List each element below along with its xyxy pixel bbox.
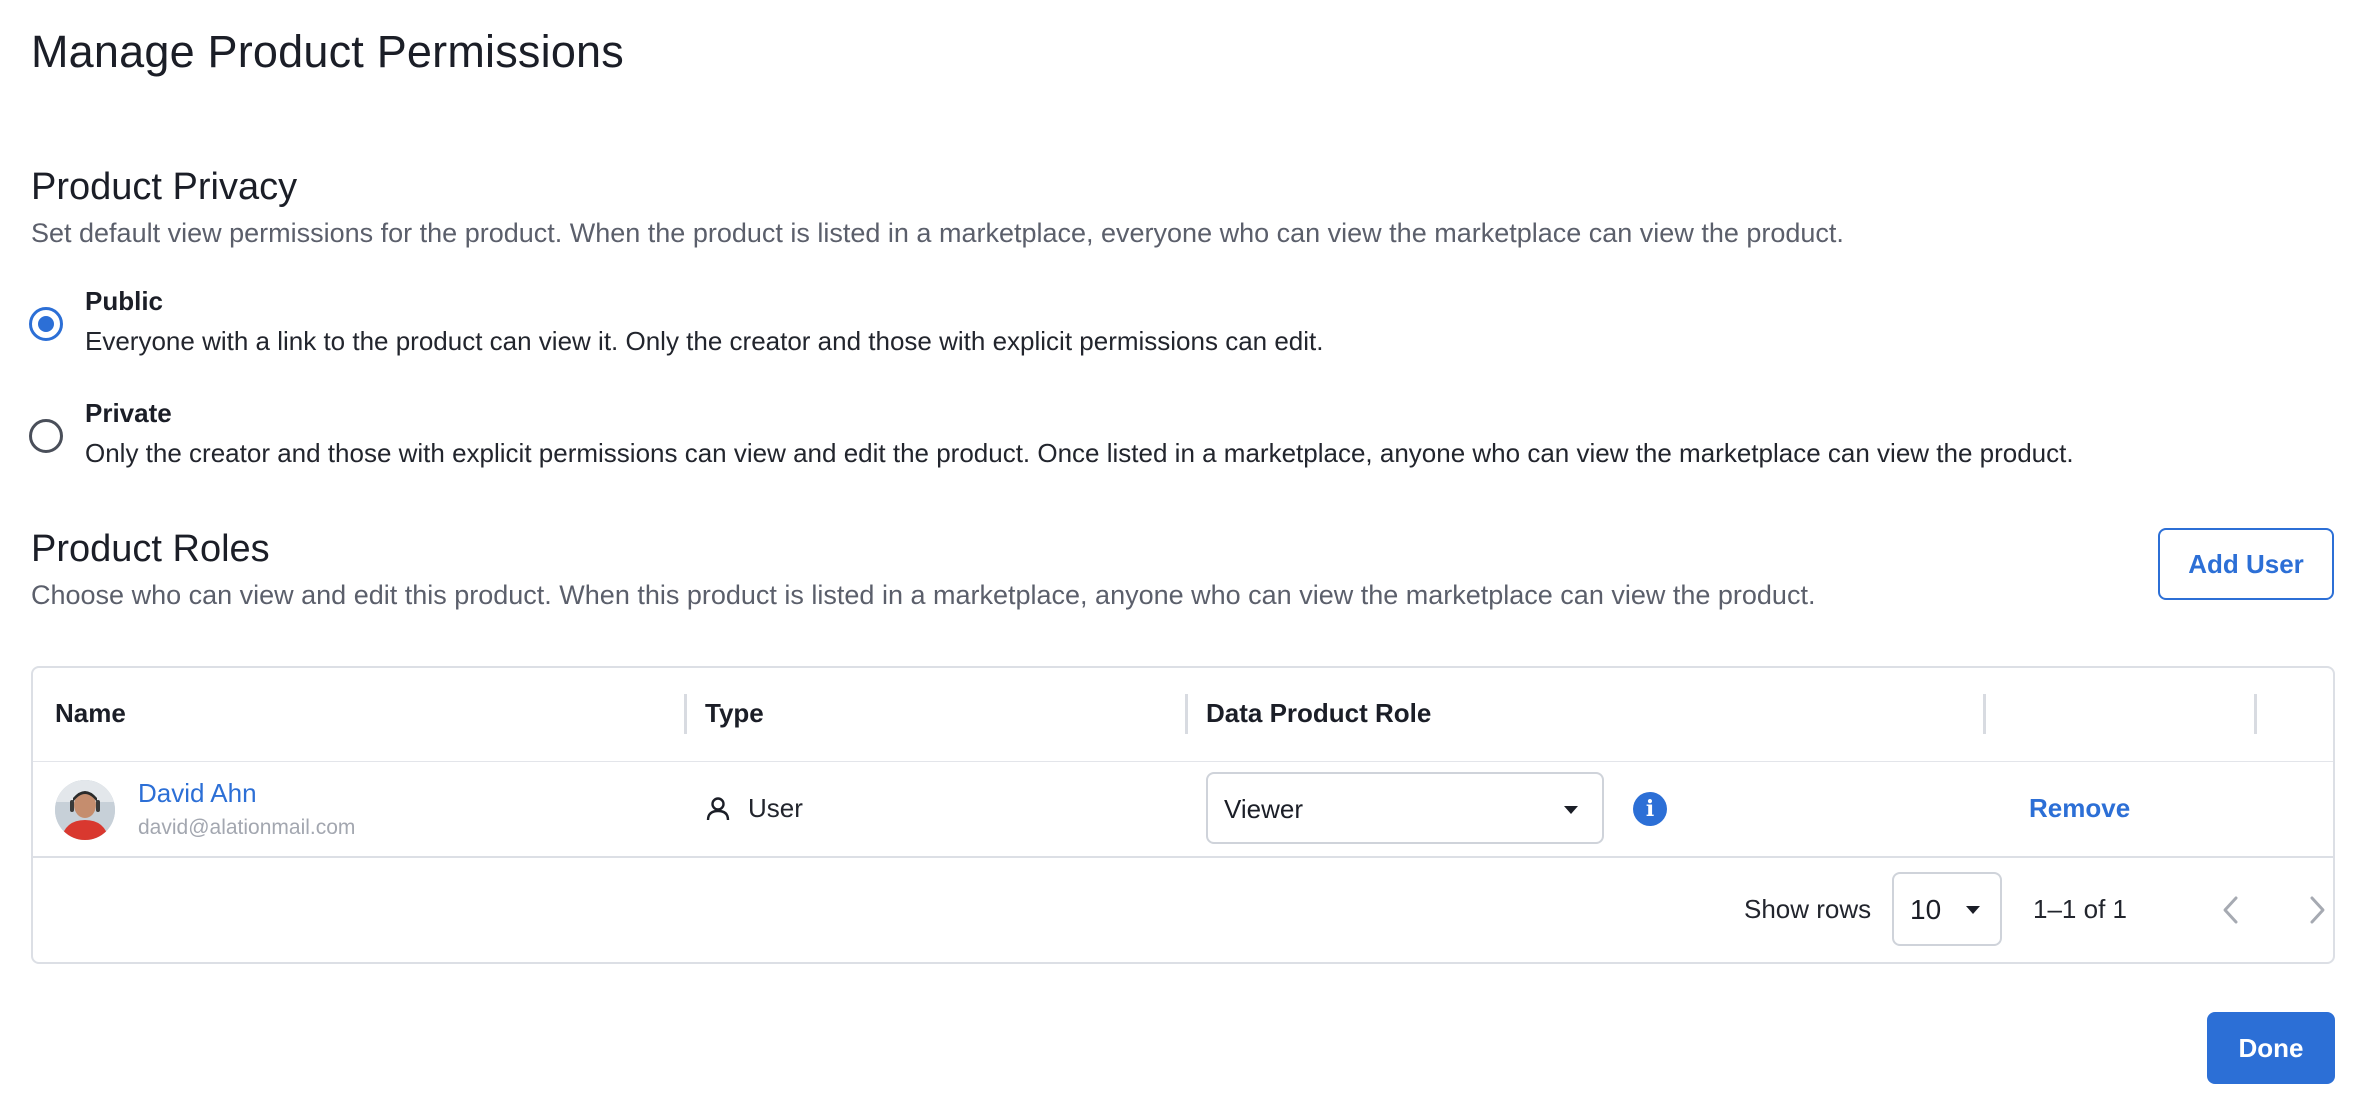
column-resize-handle[interactable]: [684, 694, 687, 734]
privacy-option-private[interactable]: Private Only the creator and those with …: [29, 398, 2229, 484]
roles-table: Name Type Data Product Role David Ahn da…: [31, 666, 2335, 964]
privacy-option-public-description: Everyone with a link to the product can …: [85, 326, 1324, 356]
permissions-page: Manage Product Permissions Product Priva…: [0, 0, 2366, 1104]
privacy-option-private-label: Private: [85, 398, 172, 428]
role-select[interactable]: Viewer: [1206, 772, 1604, 844]
caret-down-icon: [1966, 906, 1980, 914]
show-rows-label: Show rows: [1744, 894, 1872, 924]
user-type: User: [748, 793, 803, 823]
remove-user-button[interactable]: Remove: [2029, 793, 2130, 824]
chevron-left-icon[interactable]: [2216, 892, 2246, 928]
roles-section-description: Choose who can view and edit this produc…: [31, 580, 1816, 610]
pagination-range: 1–1 of 1: [2033, 894, 2127, 924]
user-email: david@alationmail.com: [138, 816, 356, 839]
privacy-section-title: Product Privacy: [31, 166, 298, 208]
column-header-name[interactable]: Name: [55, 698, 126, 729]
done-button[interactable]: Done: [2207, 1012, 2335, 1084]
column-resize-handle[interactable]: [2254, 694, 2257, 734]
table-row: David Ahn david@alationmail.com User Vie…: [33, 762, 2333, 858]
radio-public[interactable]: [29, 307, 63, 341]
avatar: [55, 780, 115, 840]
add-user-button[interactable]: Add User: [2158, 528, 2334, 600]
column-header-role[interactable]: Data Product Role: [1206, 698, 1431, 729]
radio-private[interactable]: [29, 419, 63, 453]
page-title: Manage Product Permissions: [31, 26, 624, 77]
table-header: Name Type Data Product Role: [33, 668, 2333, 762]
roles-section-title: Product Roles: [31, 528, 270, 570]
table-pagination: Show rows 10 1–1 of 1: [33, 858, 2333, 962]
person-icon: [706, 797, 730, 821]
privacy-option-public-label: Public: [85, 286, 164, 316]
chevron-right-icon[interactable]: [2302, 892, 2332, 928]
rows-per-page-value: 10: [1910, 894, 1942, 925]
privacy-section-description: Set default view permissions for the pro…: [31, 218, 1844, 248]
column-header-type[interactable]: Type: [705, 698, 764, 729]
role-select-value: Viewer: [1224, 794, 1304, 824]
privacy-option-private-description: Only the creator and those with explicit…: [85, 438, 2074, 468]
column-resize-handle[interactable]: [1185, 694, 1188, 734]
user-name-link[interactable]: David Ahn: [138, 778, 257, 809]
info-icon[interactable]: i: [1633, 792, 1667, 826]
column-resize-handle[interactable]: [1983, 694, 1986, 734]
rows-per-page-select[interactable]: 10: [1892, 872, 2002, 946]
caret-down-icon: [1564, 806, 1578, 814]
avatar-photo: [55, 780, 115, 840]
privacy-option-public[interactable]: Public Everyone with a link to the produ…: [29, 286, 2229, 372]
